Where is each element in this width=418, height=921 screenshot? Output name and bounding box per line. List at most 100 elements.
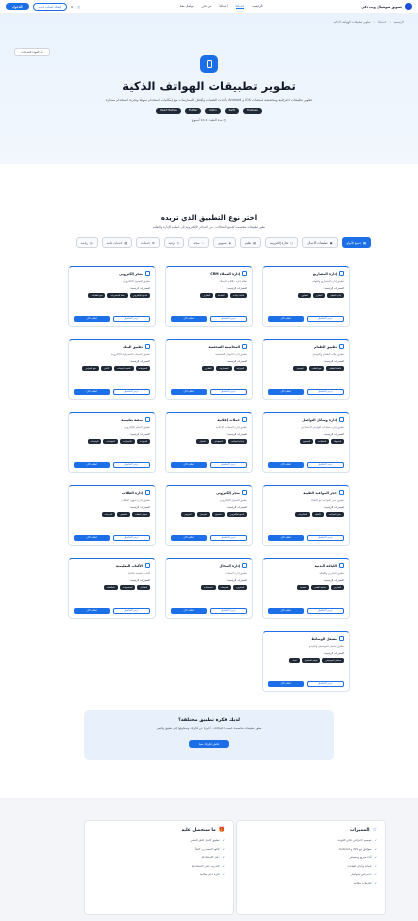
view-details-button[interactable]: عرض التفاصيل — [112, 461, 150, 468]
check-icon: ✓ — [222, 872, 225, 876]
filter-public-services[interactable]: ▥ خدمات عامة — [101, 237, 133, 248]
view-details-button[interactable]: عرض التفاصيل — [306, 607, 344, 614]
app-type-grid: إدارة المشاريع تطبيق إدارة المشاريع والم… — [12, 266, 406, 692]
order-now-button[interactable]: اطلب الآن — [171, 388, 207, 395]
view-details-button[interactable]: عرض التفاصيل — [306, 534, 344, 541]
view-details-button[interactable]: عرض التفاصيل — [306, 680, 344, 687]
card-actions: عرض التفاصيل اطلب الآن — [74, 534, 150, 541]
order-now-button[interactable]: اطلب الآن — [268, 680, 304, 687]
cart-icon[interactable]: 🛒 — [77, 5, 81, 9]
feature-tag: كشف الحساب — [114, 366, 134, 371]
filter-marketing[interactable]: ◈ تسويق — [213, 237, 236, 248]
view-details-button[interactable]: عرض التفاصيل — [112, 607, 150, 614]
feature-tag: سجل الطلاب — [131, 512, 150, 517]
feature-tag: الأمان — [100, 366, 113, 371]
app-type-card[interactable]: الألعاب التعليمية ألعاب تعليمية تفاعلية … — [68, 558, 156, 619]
view-details-button[interactable]: عرض التفاصيل — [112, 315, 150, 322]
feature-tag: التقارير — [200, 293, 214, 298]
breadcrumb-services[interactable]: خدماتنا — [378, 20, 387, 24]
filter-sports[interactable]: ◎ رياضة — [75, 237, 98, 248]
order-now-button[interactable]: اطلب الآن — [171, 534, 207, 541]
feature-tag: التقارير — [201, 366, 215, 371]
app-type-card[interactable]: اللياقة البدنية تطبيق التمارين واللياقة … — [262, 558, 350, 619]
feature-tag: الواجبات — [87, 439, 102, 444]
nav-about[interactable]: من نحن — [202, 4, 212, 9]
view-details-button[interactable]: عرض التفاصيل — [306, 315, 344, 322]
card-features-label: المميزات الرئيسية: — [226, 360, 247, 363]
feature-tag: الدرجات — [101, 512, 116, 517]
order-now-button[interactable]: اطلب الآن — [268, 315, 304, 322]
app-type-card[interactable]: إدارة العملاء CRM نظام إدارة علاقات العم… — [165, 266, 253, 327]
filter-business[interactable]: ▣ تطبيقات الأعمال — [302, 237, 338, 248]
filter-entertainment[interactable]: ▷ ترفيه — [163, 237, 185, 248]
tech-badge: Kotlin — [205, 108, 221, 114]
order-now-button[interactable]: اطلب الآن — [268, 388, 304, 395]
app-type-card[interactable]: إدارة وسائل التواصل تطبيق إدارة حسابات ا… — [262, 412, 350, 473]
view-details-button[interactable]: عرض التفاصيل — [112, 388, 150, 395]
bottom-info-area: ☆ المميزات ✓ تصميم احترافي عالي الجودة ✓ مت… — [0, 798, 418, 921]
app-type-card[interactable]: مشغل الوسائط تطبيق تشغيل الموسيقى والفيد… — [262, 631, 350, 692]
chevron-left-icon: ‹ — [389, 20, 391, 24]
app-type-card[interactable]: إدارة الطلاب تطبيق إدارة شؤون الطلاب الم… — [68, 485, 156, 546]
card-tags: إنشاء الحملات الاستهداف التحليل — [171, 439, 247, 444]
app-type-card[interactable]: حملات إعلانية تطبيق إدارة الحملات الإعلا… — [165, 412, 253, 473]
app-type-card[interactable]: المحاسبة الشخصية تطبيق إدارة الأموال الش… — [165, 339, 253, 400]
app-type-card[interactable]: منصة تعليمية تطبيق التعليم الإلكتروني ال… — [68, 412, 156, 473]
card-title: إدارة العملاء CRM — [210, 271, 240, 276]
tech-badge: Firebase — [242, 108, 262, 114]
view-details-button[interactable]: عرض التفاصيل — [209, 461, 247, 468]
filter-education[interactable]: ▤ تعليم — [239, 237, 261, 248]
view-details-button[interactable]: عرض التفاصيل — [306, 461, 344, 468]
app-type-card[interactable]: حجز المواعيد الطبية تطبيق حجز المواعيد م… — [262, 485, 350, 546]
breadcrumb-home[interactable]: الرئيسية — [394, 20, 404, 24]
nav-portfolio[interactable]: أعمالنا — [220, 4, 228, 9]
login-button[interactable]: الدخول — [6, 3, 29, 10]
brand-name: تسويق سوشيال ويب ذكي — [361, 4, 402, 9]
feature-tag: المخزون — [233, 585, 247, 590]
filter-ecommerce[interactable]: ▢ تجارة إلكترونية — [264, 237, 299, 248]
filter-services[interactable]: ⚙ خدمات — [136, 237, 160, 248]
view-details-button[interactable]: عرض التفاصيل — [209, 534, 247, 541]
back-to-services-button[interactable]: → العودة للخدمات — [14, 48, 50, 56]
nav-contact[interactable]: تواصل معنا — [180, 4, 194, 9]
card-features-label: المميزات الرئيسية: — [129, 506, 150, 509]
card-header: إدارة المشاريع — [268, 271, 344, 276]
order-now-button[interactable]: اطلب الآن — [171, 315, 207, 322]
app-type-card[interactable]: متجر إلكتروني تطبيق للتسوق الإلكتروني ال… — [68, 266, 156, 327]
view-details-button[interactable]: عرض التفاصيل — [209, 315, 247, 322]
app-type-card[interactable]: متجر إلكتروني تطبيق للتسوق الإلكتروني ال… — [165, 485, 253, 546]
top-navbar: تسويق سوشيال ويب ذكي الرئيسية خدماتنا أع… — [0, 0, 418, 14]
app-type-card[interactable]: إدارة المشاريع تطبيق إدارة المشاريع والم… — [262, 266, 350, 327]
discuss-idea-button[interactable]: ناقش فكرتك معنا — [188, 740, 230, 748]
order-now-button[interactable]: اطلب الآن — [74, 461, 110, 468]
view-details-button[interactable]: عرض التفاصيل — [209, 607, 247, 614]
brand[interactable]: تسويق سوشيال ويب ذكي — [361, 3, 412, 10]
card-actions: عرض التفاصيل اطلب الآن — [268, 461, 344, 468]
register-button[interactable]: إنشاء حساب جديد — [32, 2, 68, 11]
feature-tag: المصاريف — [216, 366, 232, 371]
filter-all[interactable]: ▦ جميع الأنواع — [341, 237, 371, 248]
order-now-button[interactable]: اطلب الآن — [74, 607, 110, 614]
app-type-card[interactable]: تطبيق الطعام تطبيق طلب الطعام والتوصيل ا… — [262, 339, 350, 400]
order-now-button[interactable]: اطلب الآن — [74, 388, 110, 395]
app-type-card[interactable]: تطبيق البنك تطبيق الخدمات المصرفية الإلك… — [68, 339, 156, 400]
filter-label: صحة — [193, 240, 200, 245]
nav-home[interactable]: الرئيسية — [252, 4, 262, 9]
view-details-button[interactable]: عرض التفاصيل — [209, 388, 247, 395]
nav-services[interactable]: خدماتنا — [235, 4, 245, 9]
card-tags: مشغل الموسيقى قوائم التشغيل البث — [268, 658, 344, 663]
order-now-button[interactable]: اطلب الآن — [74, 534, 110, 541]
app-type-card[interactable]: إدارة المحال تطبيق إدارة المحلات المميزا… — [165, 558, 253, 619]
order-now-button[interactable]: اطلب الآن — [268, 534, 304, 541]
filter-health[interactable]: ♡ صحة — [188, 237, 210, 248]
book-icon: ▤ — [253, 240, 256, 245]
order-now-button[interactable]: اطلب الآن — [74, 315, 110, 322]
order-now-button[interactable]: اطلب الآن — [171, 461, 207, 468]
order-now-button[interactable]: اطلب الآن — [268, 607, 304, 614]
order-now-button[interactable]: اطلب الآن — [268, 461, 304, 468]
card-tags: قائمة الطعام تتبع الطلب التوصيل — [268, 366, 344, 371]
order-now-button[interactable]: اطلب الآن — [171, 607, 207, 614]
view-details-button[interactable]: عرض التفاصيل — [112, 534, 150, 541]
view-details-button[interactable]: عرض التفاصيل — [306, 388, 344, 395]
feature-tag: إدارة المهام — [327, 293, 344, 298]
